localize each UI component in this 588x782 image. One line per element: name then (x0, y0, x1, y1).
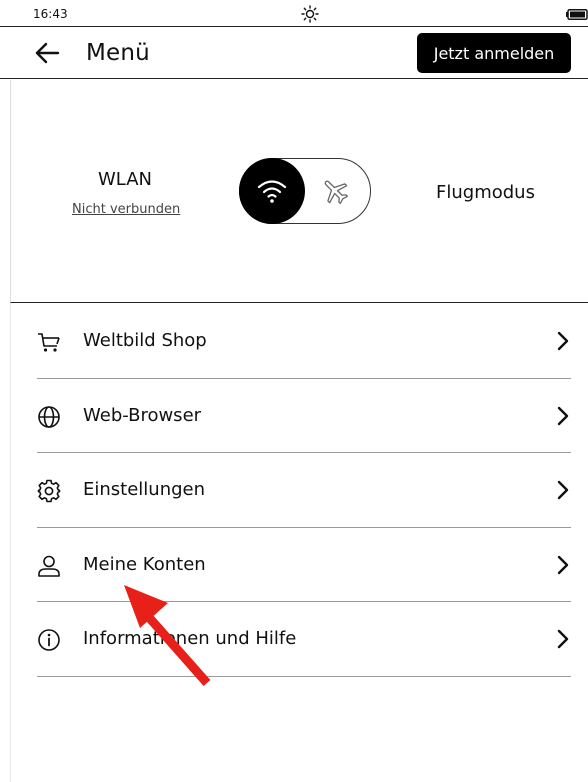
arrow-left-icon[interactable] (34, 41, 60, 65)
gear-icon (37, 479, 61, 503)
wifi-airplane-toggle[interactable] (239, 158, 371, 224)
chevron-right-icon (557, 480, 569, 500)
status-bar: 16:43 (0, 0, 588, 27)
connectivity-panel: WLAN Nicht verbunden Flugmodus (10, 80, 588, 303)
sun-icon (301, 5, 319, 23)
menu-item-einstellungen[interactable]: Einstellungen (37, 453, 571, 528)
menu-item-meine-konten[interactable]: Meine Konten (37, 528, 571, 602)
menu-item-label: Weltbild Shop (83, 330, 207, 351)
airplane-mode-label: Flugmodus (436, 182, 535, 203)
chevron-right-icon (557, 555, 569, 574)
menu-item-label: Meine Konten (83, 553, 206, 575)
app-header: Menü Jetzt anmelden (0, 27, 588, 79)
menu-item-weltbild-shop[interactable]: Weltbild Shop (37, 304, 571, 379)
page-title: Menü (86, 40, 150, 66)
menu-item-label: Einstellungen (83, 479, 206, 500)
left-divider (10, 303, 11, 782)
user-icon (38, 555, 60, 577)
globe-icon (38, 405, 60, 428)
chevron-right-icon (557, 406, 569, 425)
status-time: 16:43 (33, 7, 68, 21)
wlan-status-link[interactable]: Nicht verbunden (72, 202, 180, 217)
chevron-right-icon (557, 331, 569, 351)
info-icon (38, 629, 60, 651)
menu-item-label: Web-Browser (83, 404, 202, 426)
wifi-icon (257, 180, 287, 203)
menu-item-label: Informationen und Hilfe (83, 628, 297, 649)
cart-icon (38, 333, 60, 352)
chevron-right-icon (557, 629, 569, 649)
menu-item-web-browser[interactable]: Web-Browser (37, 379, 571, 453)
menu-item-informationen-und-hilfe[interactable]: Informationen und Hilfe (37, 602, 571, 677)
toggle-knob (239, 158, 305, 224)
battery-icon (566, 9, 588, 20)
menu-list: Weltbild Shop Web-Browser Einstellungen (37, 304, 571, 677)
wlan-label: WLAN (98, 169, 153, 190)
login-button[interactable]: Jetzt anmelden (417, 33, 571, 73)
airplane-icon (324, 180, 349, 205)
